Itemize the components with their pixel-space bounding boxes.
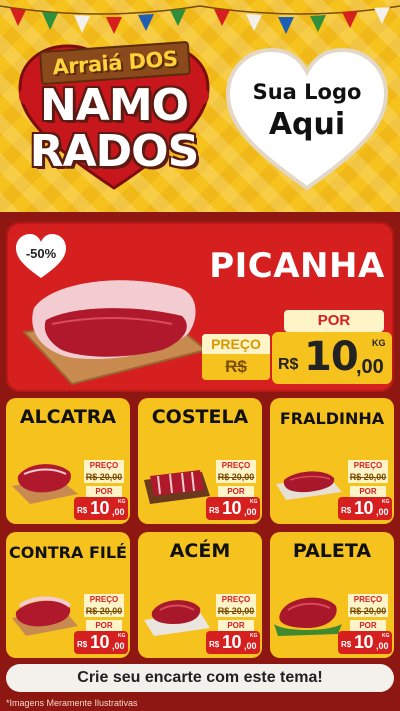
old-price-value: R$ 20,00 — [202, 354, 270, 380]
paleta-meat-image — [274, 597, 342, 636]
price-unit: KG — [250, 633, 258, 639]
old-price-value: R$ 20,00 — [84, 605, 124, 617]
price-decimal: ,00 — [356, 356, 384, 378]
old-price-value: R$ 20,00 — [348, 605, 388, 617]
product-name: CONTRA FILÉ — [9, 543, 127, 562]
old-price-box: PREÇO R$ 20,00 — [202, 334, 270, 380]
product-card-fraldinha: FRALDINHA PREÇO R$ 20,00 POR R$ 10 ,00 K… — [270, 398, 394, 524]
price-integer: 10 — [90, 498, 110, 518]
old-price-value: R$ 20,00 — [216, 605, 256, 617]
new-price-label: POR — [350, 620, 386, 631]
price-decimal: ,00 — [244, 507, 257, 517]
costela-meat-image — [144, 470, 210, 504]
new-price-label: POR — [86, 486, 122, 497]
price-integer: 10 — [222, 632, 242, 652]
create-flyer-button[interactable]: Crie seu encarte com este tema! — [6, 664, 394, 692]
price-integer: 10 — [354, 498, 374, 518]
price-decimal: ,00 — [244, 641, 257, 651]
old-price-value: R$ 20,00 — [348, 471, 388, 483]
new-price-label: POR — [86, 620, 122, 631]
price-unit: KG — [372, 338, 386, 348]
price-currency: R$ — [341, 506, 352, 515]
price-currency: R$ — [278, 356, 299, 373]
price-unit: KG — [118, 499, 126, 505]
new-price-label: POR — [218, 486, 254, 497]
old-price-label: PREÇO — [84, 594, 124, 605]
new-price-label: POR — [350, 486, 386, 497]
product-name: ACÉM — [169, 540, 231, 562]
price-unit: KG — [382, 633, 390, 639]
product-name: FRALDINHA — [279, 409, 385, 428]
new-price-label: POR — [218, 620, 254, 631]
acem-meat-image — [144, 600, 210, 636]
price-decimal: ,00 — [112, 507, 125, 517]
featured-product-card: -50% PICANHA PREÇO R$ 20,00 POR R$ 10 ,0… — [6, 222, 394, 392]
new-price-box: R$ 10 ,00 KG — [74, 631, 128, 654]
product-card-costela: COSTELA PREÇO R$ 20,00 POR R$ 10 ,00 KG — [138, 398, 262, 524]
new-price-box: R$ 10 ,00 KG — [206, 631, 260, 654]
price-integer: 10 — [90, 632, 110, 652]
alcatra-meat-image — [12, 464, 78, 504]
brand-line-1: Sua Logo — [252, 80, 362, 104]
price-integer: 10 — [304, 334, 359, 380]
product-name: COSTELA — [151, 406, 249, 428]
featured-product-name: PICANHA — [209, 246, 385, 286]
discount-value: -50% — [25, 246, 57, 261]
old-price-label: PREÇO — [216, 594, 256, 605]
old-price-label: PREÇO — [348, 594, 388, 605]
disclaimer-text: *Imagens Meramente Ilustrativas — [6, 698, 138, 708]
old-price-label: PREÇO — [84, 460, 124, 471]
old-price-label: PREÇO — [202, 334, 270, 354]
product-card-acem: ACÉM PREÇO R$ 20,00 POR R$ 10 ,00 KG — [138, 532, 262, 658]
brand-logo-placeholder: Sua Logo Aqui — [222, 38, 392, 198]
product-grid: ALCATRA PREÇO R$ 20,00 POR R$ 10 ,00 KG … — [6, 398, 394, 658]
price-integer: 10 — [354, 632, 374, 652]
brand-line-2: Aqui — [268, 107, 346, 142]
old-price-value: R$ 20,00 — [216, 471, 256, 483]
old-price-value: R$ 20,00 — [84, 471, 124, 483]
price-currency: R$ — [77, 640, 88, 649]
title-line-1: NAMO — [39, 80, 189, 131]
contra-file-meat-image — [12, 596, 78, 636]
price-unit: KG — [382, 499, 390, 505]
new-price-box: R$ 10 ,00 KG — [338, 497, 392, 520]
new-price-box: R$ 10 ,00 KG — [74, 497, 128, 520]
old-price-label: PREÇO — [348, 460, 388, 471]
new-price-label: POR — [284, 310, 384, 332]
price-currency: R$ — [77, 506, 88, 515]
new-price-box: R$ 10 ,00 KG — [272, 332, 392, 384]
fraldinha-meat-image — [276, 471, 342, 500]
price-decimal: ,00 — [376, 507, 389, 517]
price-currency: R$ — [341, 640, 352, 649]
product-card-contra-file: CONTRA FILÉ PREÇO R$ 20,00 POR R$ 10 ,00… — [6, 532, 130, 658]
festa-junina-bunting — [0, 5, 400, 34]
title-top: Arraiá DOS — [51, 46, 179, 80]
product-card-paleta: PALETA PREÇO R$ 20,00 POR R$ 10 ,00 KG — [270, 532, 394, 658]
new-price-box: R$ 10 ,00 KG — [206, 497, 260, 520]
price-unit: KG — [118, 633, 126, 639]
price-decimal: ,00 — [112, 641, 125, 651]
price-integer: 10 — [222, 498, 242, 518]
discount-badge: -50% — [14, 232, 68, 280]
header-banner: Arraiá DOS NAMO RADOS Sua Logo Aqui — [0, 0, 400, 212]
product-name: PALETA — [292, 540, 372, 562]
price-decimal: ,00 — [376, 641, 389, 651]
product-card-alcatra: ALCATRA PREÇO R$ 20,00 POR R$ 10 ,00 KG — [6, 398, 130, 524]
product-name: ALCATRA — [19, 406, 117, 428]
price-unit: KG — [250, 499, 258, 505]
price-currency: R$ — [209, 640, 220, 649]
price-currency: R$ — [209, 506, 220, 515]
new-price-box: R$ 10 ,00 KG — [338, 631, 392, 654]
title-line-2: RADOS — [29, 126, 200, 177]
event-title-logo: Arraiá DOS NAMO RADOS — [14, 36, 214, 196]
old-price-label: PREÇO — [216, 460, 256, 471]
